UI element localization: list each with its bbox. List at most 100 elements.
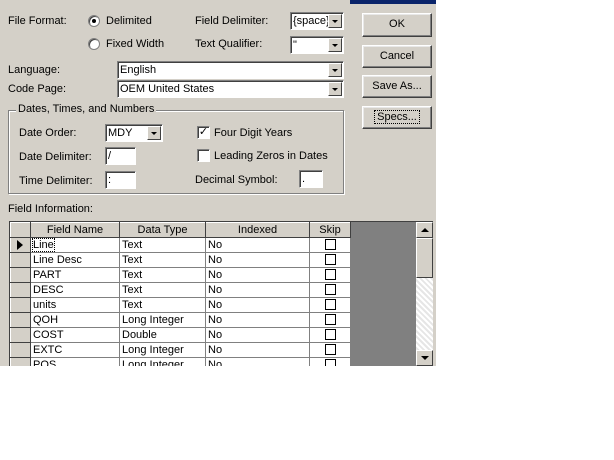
cell-field-name[interactable]: Line — [30, 237, 120, 253]
skip-checkbox[interactable] — [324, 269, 336, 281]
table-row[interactable]: QOH Long Integer No — [10, 312, 351, 328]
cell-indexed[interactable]: No — [205, 357, 310, 366]
scroll-up-icon[interactable] — [416, 222, 433, 238]
cell-data-type[interactable]: Text — [119, 267, 206, 283]
skip-checkbox[interactable] — [324, 344, 336, 356]
dropdown-arrow-icon[interactable] — [328, 82, 342, 96]
row-selector[interactable] — [10, 342, 31, 358]
skip-checkbox[interactable] — [324, 314, 336, 326]
table-row[interactable]: POS Long Integer No — [10, 357, 351, 366]
cell-skip[interactable] — [309, 282, 351, 298]
text-qualifier-select[interactable]: " — [290, 36, 344, 54]
time-delimiter-input[interactable]: : — [105, 171, 136, 189]
cell-indexed[interactable]: No — [205, 252, 310, 268]
cell-field-name[interactable]: EXTC — [30, 342, 120, 358]
column-header-indexed[interactable]: Indexed — [205, 222, 310, 238]
table-row[interactable]: Line Text No — [10, 237, 351, 253]
dropdown-arrow-icon[interactable] — [147, 126, 161, 140]
table-row[interactable]: PART Text No — [10, 267, 351, 283]
radio-fixed-width-label[interactable]: Fixed Width — [106, 38, 164, 51]
column-header-data-type[interactable]: Data Type — [119, 222, 206, 238]
leading-zeros-checkbox[interactable] — [197, 149, 210, 162]
cell-data-type[interactable]: Double — [119, 327, 206, 343]
row-selector[interactable] — [10, 267, 31, 283]
ok-button[interactable]: OK — [362, 13, 432, 37]
column-header-skip[interactable]: Skip — [309, 222, 351, 238]
cell-field-name[interactable]: DESC — [30, 282, 120, 298]
dropdown-arrow-icon[interactable] — [328, 14, 342, 28]
row-selector[interactable] — [10, 252, 31, 268]
cell-field-name[interactable]: Line Desc — [30, 252, 120, 268]
table-row[interactable]: DESC Text No — [10, 282, 351, 298]
cancel-button[interactable]: Cancel — [362, 45, 432, 68]
cell-indexed[interactable]: No — [205, 327, 310, 343]
skip-checkbox[interactable] — [324, 359, 336, 366]
skip-checkbox[interactable] — [324, 254, 336, 266]
cell-skip[interactable] — [309, 312, 351, 328]
cell-field-name[interactable]: COST — [30, 327, 120, 343]
cell-indexed[interactable]: No — [205, 297, 310, 313]
cell-indexed[interactable]: No — [205, 267, 310, 283]
vertical-scrollbar[interactable] — [416, 222, 433, 366]
cell-data-type[interactable]: Text — [119, 252, 206, 268]
radio-fixed-width[interactable] — [88, 38, 100, 50]
cell-data-type[interactable]: Long Integer — [119, 312, 206, 328]
date-delimiter-input[interactable]: / — [105, 147, 136, 165]
cell-skip[interactable] — [309, 267, 351, 283]
field-delimiter-select[interactable]: {space} — [290, 12, 344, 30]
radio-delimited-label[interactable]: Delimited — [106, 15, 152, 28]
row-selector[interactable] — [10, 312, 31, 328]
skip-checkbox[interactable] — [324, 239, 336, 251]
skip-checkbox[interactable] — [324, 329, 336, 341]
cell-skip[interactable] — [309, 357, 351, 366]
field-delimiter-value: {space} — [293, 15, 330, 27]
four-digit-years-label[interactable]: Four Digit Years — [214, 127, 292, 140]
row-selector[interactable] — [10, 297, 31, 313]
row-selector[interactable] — [10, 327, 31, 343]
table-row[interactable]: Line Desc Text No — [10, 252, 351, 268]
cell-skip[interactable] — [309, 297, 351, 313]
language-select[interactable]: English — [117, 61, 344, 79]
date-order-select[interactable]: MDY — [105, 124, 163, 142]
cell-skip[interactable] — [309, 342, 351, 358]
row-selector[interactable] — [10, 282, 31, 298]
titlebar-strip — [350, 0, 436, 4]
cell-skip[interactable] — [309, 252, 351, 268]
cell-indexed[interactable]: No — [205, 312, 310, 328]
scroll-down-icon[interactable] — [416, 350, 433, 366]
scrollbar-thumb[interactable] — [416, 238, 433, 278]
column-header-field-name[interactable]: Field Name — [30, 222, 120, 238]
cell-field-name[interactable]: QOH — [30, 312, 120, 328]
four-digit-years-checkbox[interactable]: ✓ — [197, 126, 210, 139]
table-row[interactable]: units Text No — [10, 297, 351, 313]
save-as-button-label: Save As... — [372, 80, 422, 92]
cell-skip[interactable] — [309, 327, 351, 343]
row-selector[interactable] — [10, 357, 31, 366]
leading-zeros-label[interactable]: Leading Zeros in Dates — [214, 150, 328, 163]
cell-indexed[interactable]: No — [205, 342, 310, 358]
cell-data-type[interactable]: Long Integer — [119, 342, 206, 358]
cell-data-type[interactable]: Text — [119, 282, 206, 298]
cell-field-name[interactable]: PART — [30, 267, 120, 283]
decimal-symbol-input[interactable]: . — [299, 170, 323, 188]
cell-field-name[interactable]: units — [30, 297, 120, 313]
code-page-select[interactable]: OEM United States — [117, 80, 344, 98]
specs-button[interactable]: Specs... — [362, 106, 432, 129]
save-as-button[interactable]: Save As... — [362, 75, 432, 98]
date-order-value: MDY — [108, 127, 133, 139]
cell-skip[interactable] — [309, 237, 351, 253]
cell-indexed[interactable]: No — [205, 282, 310, 298]
cell-data-type[interactable]: Text — [119, 237, 206, 253]
row-selector[interactable] — [10, 237, 31, 253]
table-row[interactable]: COST Double No — [10, 327, 351, 343]
table-row[interactable]: EXTC Long Integer No — [10, 342, 351, 358]
dropdown-arrow-icon[interactable] — [328, 63, 342, 77]
cell-field-name[interactable]: POS — [30, 357, 120, 366]
cell-data-type[interactable]: Text — [119, 297, 206, 313]
radio-delimited[interactable] — [88, 15, 100, 27]
skip-checkbox[interactable] — [324, 284, 336, 296]
dropdown-arrow-icon[interactable] — [328, 38, 342, 52]
cell-indexed[interactable]: No — [205, 237, 310, 253]
skip-checkbox[interactable] — [324, 299, 336, 311]
cell-data-type[interactable]: Long Integer — [119, 357, 206, 366]
